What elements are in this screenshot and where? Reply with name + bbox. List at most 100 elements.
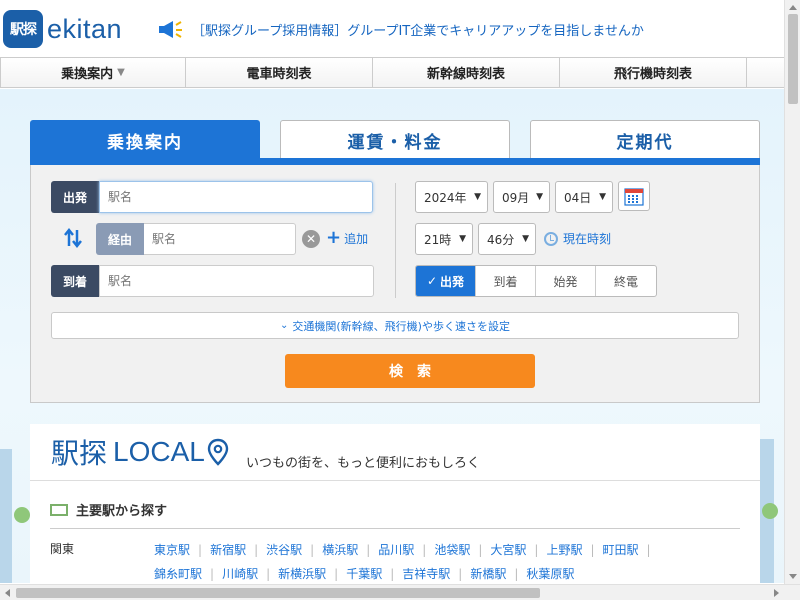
year-select[interactable]: 2024年 ▼ bbox=[415, 181, 488, 213]
main-nav: 乗換案内 ▼ 電車時刻表 新幹線時刻表 飛行機時刻表 bbox=[0, 57, 784, 88]
via-label: 経由 bbox=[96, 223, 144, 255]
time-mode-toggle: ✓ 出発 到着 始発 終電 bbox=[415, 265, 657, 297]
vertical-scrollbar[interactable] bbox=[784, 0, 800, 584]
horizontal-scroll-thumb[interactable] bbox=[16, 588, 540, 598]
station-link[interactable]: 町田駅 bbox=[603, 538, 639, 562]
mode-last-train[interactable]: 終電 bbox=[596, 266, 656, 296]
year-value: 2024年 bbox=[424, 190, 467, 205]
scroll-down-icon[interactable] bbox=[789, 574, 797, 579]
link-separator: | bbox=[390, 567, 395, 581]
station-link[interactable]: 川崎駅 bbox=[222, 562, 258, 586]
nav-item-flight-timetable[interactable]: 飛行機時刻表 bbox=[560, 58, 747, 87]
tab-transfer[interactable]: 乗換案内 bbox=[30, 120, 260, 159]
station-link[interactable]: 大宮駅 bbox=[490, 538, 526, 562]
arrival-field: 到着 bbox=[51, 265, 374, 297]
station-link[interactable]: 新横浜駅 bbox=[278, 562, 326, 586]
major-stations-title: 主要駅から探す bbox=[76, 504, 168, 519]
station-link[interactable]: 池袋駅 bbox=[434, 538, 470, 562]
local-title-kanji: 駅探 bbox=[51, 437, 108, 470]
swap-icon[interactable] bbox=[60, 226, 86, 250]
station-link[interactable]: 横浜駅 bbox=[322, 538, 358, 562]
local-title[interactable]: 駅探 LOCAL bbox=[51, 432, 229, 472]
link-separator: | bbox=[210, 567, 215, 581]
nav-item-label: 乗換案内 bbox=[61, 67, 114, 82]
calendar-icon bbox=[624, 188, 644, 206]
arrival-input[interactable] bbox=[99, 265, 374, 297]
link-separator: | bbox=[334, 567, 339, 581]
check-icon: ✓ bbox=[426, 274, 438, 288]
station-link-list: 東京駅 | 新宿駅 | 渋谷駅 | 横浜駅 | 品川駅 | 池袋駅 | 大宮駅 | 上野駅 | 町田駅 | 錦糸町駅… bbox=[154, 538, 714, 586]
chevron-down-icon: ▼ bbox=[599, 192, 606, 202]
via-input[interactable] bbox=[144, 223, 296, 255]
departure-input[interactable] bbox=[99, 181, 373, 213]
background-tree bbox=[762, 503, 778, 519]
station-link[interactable]: 秋葉原駅 bbox=[526, 562, 574, 586]
station-link[interactable]: 新橋駅 bbox=[470, 562, 506, 586]
promo-text: ［駅探グループ採用情報］グループIT企業でキャリアアップを目指しませんか bbox=[192, 23, 644, 39]
search-button[interactable]: 検索 bbox=[285, 354, 535, 388]
horizontal-scrollbar[interactable] bbox=[0, 584, 800, 600]
nav-item-transfer[interactable]: 乗換案内 ▼ bbox=[0, 58, 186, 87]
mode-arrival[interactable]: 到着 bbox=[476, 266, 536, 296]
departure-label: 出発 bbox=[51, 181, 99, 213]
ekitan-logo[interactable]: 駅探 ekitan bbox=[3, 9, 131, 49]
form-divider bbox=[395, 183, 396, 298]
site-header: 駅探 ekitan ［駅探グループ採用情報］グループIT企業でキャリアアップを目… bbox=[0, 0, 784, 57]
calendar-button[interactable] bbox=[618, 181, 650, 211]
add-via-button[interactable]: + 追加 bbox=[326, 229, 368, 247]
vertical-scroll-thumb[interactable] bbox=[788, 14, 798, 104]
search-tabs: 乗換案内 運賃・料金 定期代 bbox=[30, 120, 760, 159]
hour-select[interactable]: 21時 ▼ bbox=[415, 223, 473, 255]
month-select[interactable]: 09月 ▼ bbox=[493, 181, 550, 213]
station-link[interactable]: 千葉駅 bbox=[346, 562, 382, 586]
tab-commuter-pass[interactable]: 定期代 bbox=[530, 120, 760, 159]
link-separator: | bbox=[478, 543, 483, 557]
link-separator: | bbox=[266, 567, 271, 581]
minute-value: 46分 bbox=[487, 232, 515, 247]
hour-value: 21時 bbox=[424, 232, 452, 247]
logo-badge: 駅探 bbox=[3, 10, 43, 48]
current-time-button[interactable]: 現在時刻 bbox=[544, 230, 611, 247]
ekitan-local-section: 駅探 LOCAL いつもの街を、もっと便利におもしろく 主要駅から探す 関東 東… bbox=[30, 424, 760, 584]
station-link[interactable]: 東京駅 bbox=[154, 538, 190, 562]
promo-banner[interactable]: ［駅探グループ採用情報］グループIT企業でキャリアアップを目指しませんか bbox=[158, 19, 644, 39]
local-tagline: いつもの街を、もっと便利におもしろく bbox=[246, 456, 481, 471]
chevron-down-icon: ▼ bbox=[522, 234, 529, 244]
station-link[interactable]: 吉祥寺駅 bbox=[402, 562, 450, 586]
mode-first-train[interactable]: 始発 bbox=[536, 266, 596, 296]
logo-text: ekitan bbox=[47, 13, 123, 44]
link-separator: | bbox=[310, 543, 315, 557]
scroll-left-icon[interactable] bbox=[5, 589, 10, 597]
minute-select[interactable]: 46分 ▼ bbox=[478, 223, 536, 255]
background-tree bbox=[14, 507, 30, 523]
nav-item-shinkansen-timetable[interactable]: 新幹線時刻表 bbox=[373, 58, 560, 87]
via-field: 経由 bbox=[96, 223, 296, 255]
scroll-right-icon[interactable] bbox=[774, 589, 779, 597]
clear-icon[interactable]: ✕ bbox=[302, 230, 320, 248]
tab-fare[interactable]: 運賃・料金 bbox=[280, 120, 510, 159]
chevron-down-icon: ▼ bbox=[536, 192, 543, 202]
nav-item-more[interactable] bbox=[747, 58, 784, 87]
station-link[interactable]: 新宿駅 bbox=[210, 538, 246, 562]
map-pin-icon bbox=[207, 438, 229, 466]
nav-item-label: 電車時刻表 bbox=[246, 67, 312, 82]
day-select[interactable]: 04日 ▼ bbox=[555, 181, 613, 213]
arrival-label: 到着 bbox=[51, 265, 99, 297]
station-link[interactable]: 品川駅 bbox=[378, 538, 414, 562]
station-link[interactable]: 上野駅 bbox=[546, 538, 582, 562]
link-separator: | bbox=[534, 543, 539, 557]
caret-down-icon: ▼ bbox=[117, 67, 125, 78]
transport-options-toggle[interactable]: ⌄ 交通機関(新幹線、飛行機)や歩く速さを設定 bbox=[51, 312, 739, 339]
chevron-down-icon: ⌄ bbox=[280, 320, 289, 331]
scroll-up-icon[interactable] bbox=[789, 5, 797, 10]
day-value: 04日 bbox=[564, 190, 592, 205]
chevron-down-icon: ▼ bbox=[459, 234, 466, 244]
departure-field: 出発 bbox=[51, 181, 373, 213]
station-link[interactable]: 錦糸町駅 bbox=[154, 562, 202, 586]
mode-departure[interactable]: ✓ 出発 bbox=[416, 266, 476, 296]
chevron-down-icon: ▼ bbox=[474, 192, 481, 202]
section-divider bbox=[30, 480, 760, 481]
nav-item-train-timetable[interactable]: 電車時刻表 bbox=[186, 58, 373, 87]
plus-icon: + bbox=[326, 227, 342, 248]
station-link[interactable]: 渋谷駅 bbox=[266, 538, 302, 562]
